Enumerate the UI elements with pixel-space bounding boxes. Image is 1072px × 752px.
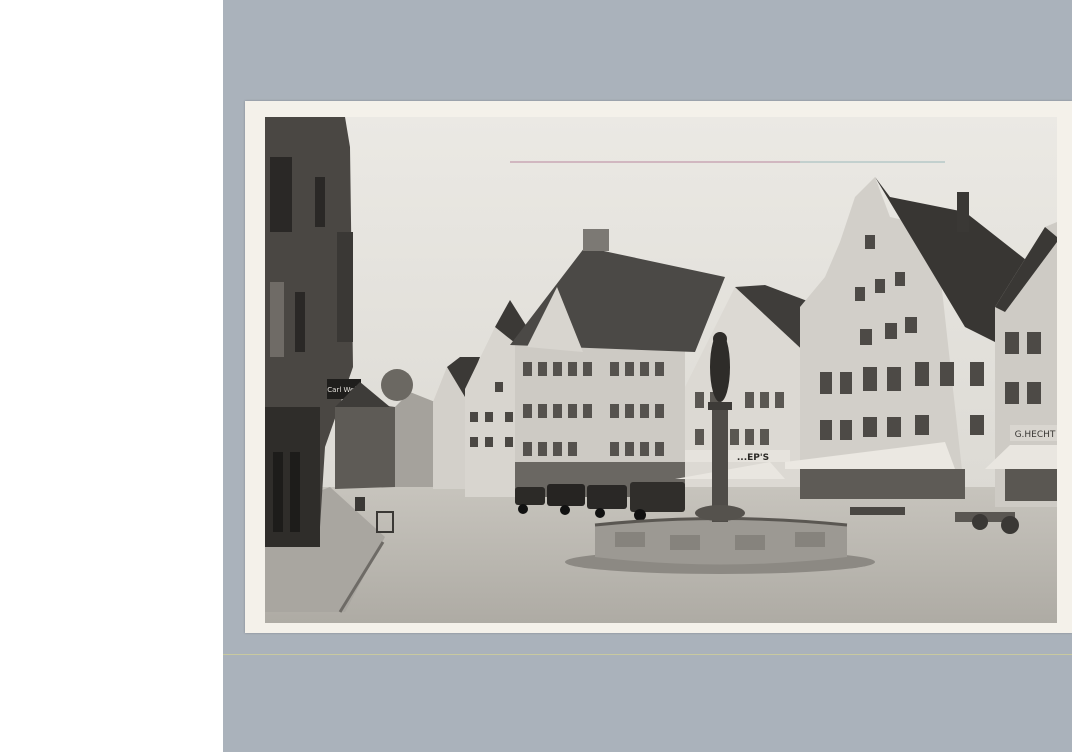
- tree: [381, 369, 413, 401]
- scanner-line: [223, 654, 1072, 655]
- town-square-photo: Carl Weiß ...EP'S G.HECHT: [265, 117, 1057, 623]
- shop-sign-left: ...EP'S: [737, 453, 769, 463]
- blank-margin: [0, 0, 223, 752]
- shop-sign-right: G.HECHT: [1015, 430, 1056, 440]
- photo-illustration: Carl Weiß ...EP'S G.HECHT: [265, 117, 1057, 623]
